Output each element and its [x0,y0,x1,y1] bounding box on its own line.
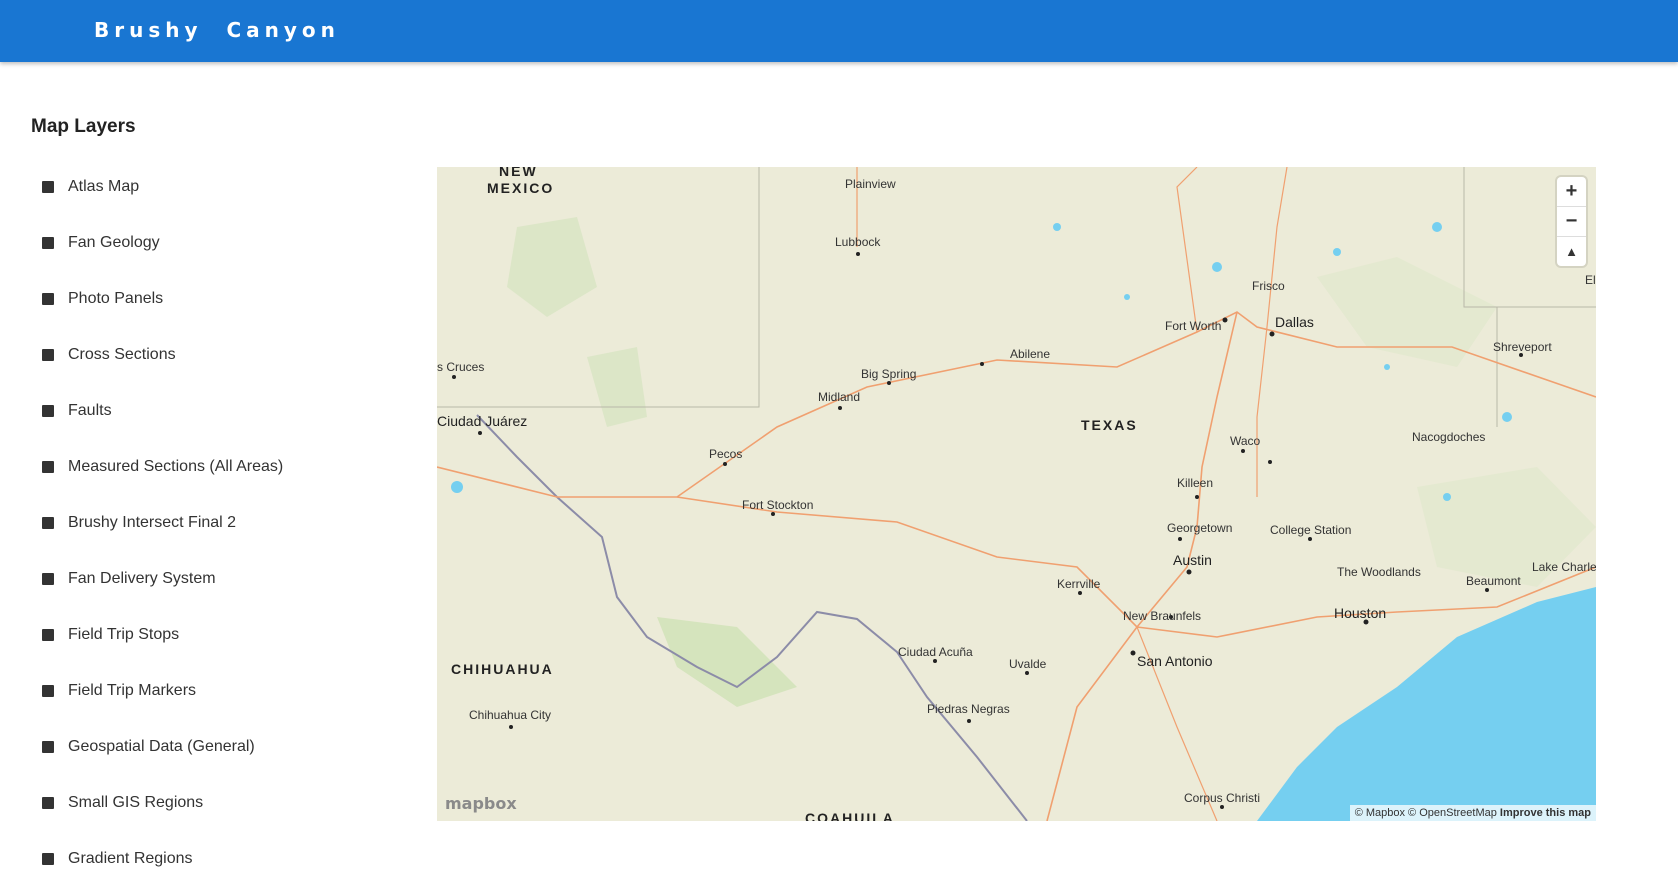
layer-checkbox[interactable] [42,629,54,641]
layer-list: Atlas Map Fan Geology Photo Panels Cross… [42,159,283,887]
layer-item-fan-geology[interactable]: Fan Geology [42,215,283,271]
map-layers-title: Map Layers [31,116,136,137]
layer-item-atlas-map[interactable]: Atlas Map [42,159,283,215]
app-header: Brushy Canyon [0,0,1678,62]
map-label-plainview: Plainview [845,177,896,191]
compass-button[interactable]: ▲ [1557,237,1586,266]
map-label-ciudad-acuna: Ciudad Acuña [898,645,973,659]
map-label-kerrville: Kerrville [1057,577,1101,591]
map-label-chihuahua-city: Chihuahua City [469,708,552,722]
map-label-ciudad-juarez: Ciudad Juárez [437,413,528,429]
map-label-nacogdoches: Nacogdoches [1412,430,1486,444]
layer-checkbox[interactable] [42,685,54,697]
layer-checkbox[interactable] [42,461,54,473]
layer-item-measured-sections[interactable]: Measured Sections (All Areas) [42,439,283,495]
attribution-text[interactable]: © Mapbox © OpenStreetMap [1355,807,1497,819]
zoom-out-button[interactable]: − [1557,207,1586,237]
map-label-killeen: Killeen [1177,476,1214,490]
map-label-texas: TEXAS [1081,417,1138,433]
layer-checkbox[interactable] [42,853,54,865]
map-attribution: © Mapbox © OpenStreetMap Improve this ma… [1349,805,1596,821]
map-label-beaumont: Beaumont [1466,574,1521,588]
map-label-san-antonio: San Antonio [1137,653,1213,669]
layer-checkbox[interactable] [42,405,54,417]
layer-item-fan-delivery[interactable]: Fan Delivery System [42,551,283,607]
layer-checkbox[interactable] [42,237,54,249]
layer-checkbox[interactable] [42,573,54,585]
map-label-midland: Midland [818,390,861,404]
mapbox-logo[interactable]: mapbox [445,794,517,813]
layer-checkbox[interactable] [42,797,54,809]
map-label-georgetown: Georgetown [1167,521,1233,535]
map-label-big-spring: Big Spring [861,367,917,381]
layer-checkbox[interactable] [42,181,54,193]
layer-checkbox[interactable] [42,349,54,361]
map-canvas[interactable]: NEW MEXICO Plainview Lubbock Frisco El F… [437,167,1596,821]
map-basemap [437,167,1596,821]
layer-item-faults[interactable]: Faults [42,383,283,439]
map-label-corpus-christi: Corpus Christi [1184,791,1261,805]
map-label-new-braunfels: New Braunfels [1123,609,1202,623]
map-label-lubbock: Lubbock [835,235,881,249]
map-label-coahuila: COAHUILA [805,810,895,821]
map-label-abilene: Abilene [1010,347,1051,361]
map-label-chihuahua: CHIHUAHUA [451,661,554,677]
map-label-pecos: Pecos [709,447,743,461]
map-label-new-mexico: NEW [499,167,538,179]
zoom-in-button[interactable]: + [1557,177,1586,207]
map-label-frisco: Frisco [1252,279,1285,293]
layer-item-photo-panels[interactable]: Photo Panels [42,271,283,327]
app-title: Brushy Canyon [94,18,340,42]
map-label-houston: Houston [1334,605,1387,621]
map-zoom-controls: + − ▲ [1557,177,1586,266]
layer-item-brushy-intersect[interactable]: Brushy Intersect Final 2 [42,495,283,551]
layer-item-small-gis[interactable]: Small GIS Regions [42,775,283,831]
layer-item-geospatial-data[interactable]: Geospatial Data (General) [42,719,283,775]
layer-item-field-trip-stops[interactable]: Field Trip Stops [42,607,283,663]
map-label-waco: Waco [1230,434,1261,448]
improve-map-link[interactable]: Improve this map [1500,807,1591,819]
layer-item-gradient-regions[interactable]: Gradient Regions [42,831,283,887]
map-label-fort-worth: Fort Worth [1165,319,1222,333]
map-label-uvalde: Uvalde [1009,657,1047,671]
map-label-el: El [1585,273,1596,287]
map-label-fort-stockton: Fort Stockton [742,498,814,512]
map-label-lake-charles: Lake Charle [1532,560,1596,574]
map-label-dallas: Dallas [1275,314,1314,330]
map-label-las-cruces: s Cruces [437,360,485,374]
layer-checkbox[interactable] [42,741,54,753]
map-label-new-mexico-2: MEXICO [487,180,555,196]
layer-item-field-trip-markers[interactable]: Field Trip Markers [42,663,283,719]
map-label-austin: Austin [1173,552,1212,568]
map-label-piedras-negras: Piedras Negras [927,702,1010,716]
layer-checkbox[interactable] [42,293,54,305]
map-label-shreveport: Shreveport [1493,340,1552,354]
layer-checkbox[interactable] [42,517,54,529]
map-label-the-woodlands: The Woodlands [1337,565,1421,579]
map-label-college-station: College Station [1270,523,1352,537]
layer-item-cross-sections[interactable]: Cross Sections [42,327,283,383]
